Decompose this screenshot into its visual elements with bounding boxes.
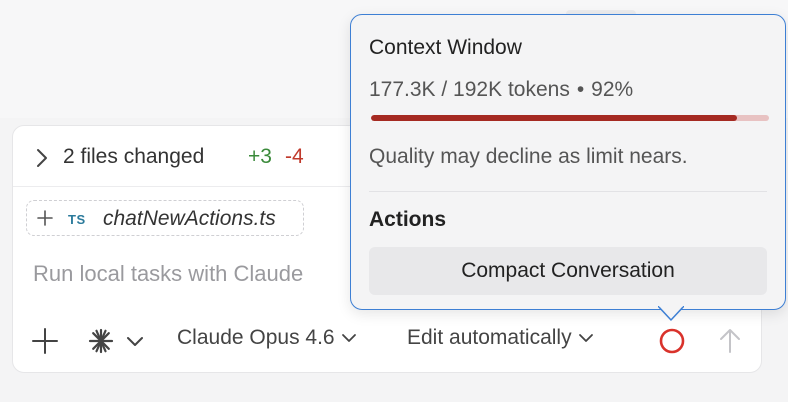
usage-separator: • (576, 78, 585, 101)
token-usage: 177.3K / 192K tokens • 92% (369, 78, 633, 102)
plus-icon[interactable] (31, 327, 59, 355)
usage-progress-fill (371, 115, 738, 121)
compact-conversation-button[interactable]: Compact Conversation (369, 247, 767, 295)
chevron-down-icon (578, 334, 593, 343)
chevron-down-icon (127, 337, 143, 346)
edit-mode-label: Edit automatically (407, 326, 572, 349)
lines-added-count: +3 (248, 145, 272, 168)
context-ring-icon[interactable] (658, 327, 686, 355)
model-selector-label: Claude Opus 4.6 (177, 326, 335, 349)
actions-heading: Actions (369, 208, 447, 231)
attached-file-name: chatNewActions.ts (103, 207, 276, 230)
usage-progress-bar (371, 115, 769, 121)
input-toolbar: Claude Opus 4.6 Edit automatically (13, 319, 761, 363)
attached-file-chip[interactable]: TS chatNewActions.ts (26, 200, 304, 236)
token-usage-percent: 92% (591, 78, 634, 101)
prompt-input[interactable]: Run local tasks with Claude (33, 261, 353, 287)
popover-pointer (658, 306, 684, 321)
asterisk-icon[interactable] (87, 327, 151, 355)
typescript-badge: TS (68, 212, 86, 227)
files-changed-label[interactable]: 2 files changed (63, 145, 204, 169)
token-usage-count: 177.3K / 192K tokens (369, 78, 570, 101)
chevron-right-icon[interactable] (35, 148, 49, 168)
arrow-up-icon[interactable] (716, 327, 744, 355)
context-window-popover: Context Window 177.3K / 192K tokens • 92% … (350, 14, 786, 310)
model-selector[interactable]: Claude Opus 4.6 (177, 326, 357, 350)
limit-warning: Quality may decline as limit nears. (369, 145, 688, 168)
lines-removed-count: -4 (285, 145, 304, 168)
edit-mode-selector[interactable]: Edit automatically (407, 326, 594, 350)
popover-divider (369, 191, 767, 192)
plus-icon[interactable] (37, 210, 53, 226)
popover-title: Context Window (369, 36, 522, 59)
chevron-down-icon (341, 334, 356, 343)
